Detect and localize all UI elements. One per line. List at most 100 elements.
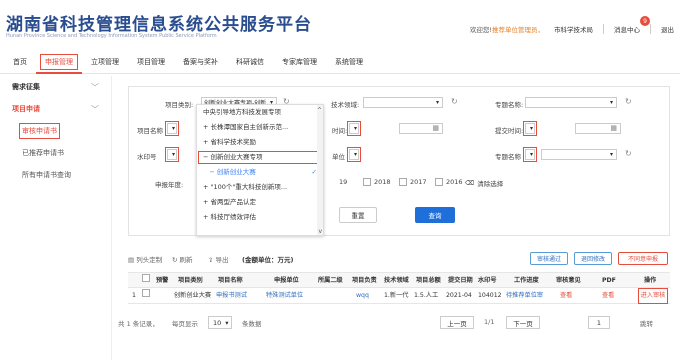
option-label: 省两型产品认定 [210,198,257,206]
col-header[interactable]: 提交日期 [448,273,476,289]
col-header[interactable]: 申报单位 [274,273,299,289]
search-button[interactable]: 查询 [415,207,455,223]
year-option[interactable]: 2017 [399,178,427,186]
unit-dropdown[interactable]: ▾ [347,147,361,162]
tech-select[interactable]: ▾ [363,97,443,108]
dropdown-option-selected[interactable]: − 创新创业大赛 ✓ [197,165,323,180]
nav-integrity[interactable]: 科研诚信 [227,50,273,74]
messages-link[interactable]: 消息中心 9 [614,16,650,34]
year-label: 申报年度: [155,181,184,189]
table-row[interactable]: 1 创新创业大赛 申报书测试 特殊测试单位 wqq 1.新一代 1.5.人工 2… [128,288,670,304]
col-header[interactable]: 技术领域 [384,273,414,289]
dropdown-option[interactable]: + 省科学技术奖励 [197,135,323,150]
site-title: 湖南省科技管理信息系统公共服务平台 [6,15,312,35]
col-header[interactable]: 操作 [644,273,656,289]
col-header[interactable]: 项目类别 [178,273,203,289]
enter-review-button[interactable]: 进入审核 [638,288,668,304]
select-all-checkbox[interactable] [142,273,150,289]
dropdown-option-highlighted[interactable]: − 创新创业大赛专项 [197,150,323,165]
reject-button[interactable]: 不同意申报 [618,252,668,265]
return-button[interactable]: 退回修改 [574,252,612,265]
year-text: 2018 [374,178,391,186]
nav-filing[interactable]: 备案与奖补 [174,50,227,74]
year-option[interactable]: 19 [339,178,347,186]
nav-home[interactable]: 首页 [4,50,36,74]
welcome-prefix: 欢迎您! [469,26,492,34]
topic-name-select[interactable]: ▾ [525,97,617,108]
refresh-icon[interactable]: ↻ [625,97,632,106]
refresh-icon[interactable]: ↻ [625,149,632,158]
per-page-select[interactable]: 10 ▾ [208,316,232,329]
sidebar-group-demand[interactable]: 需求征集 ﹀ [0,76,111,98]
checkbox[interactable] [435,178,443,186]
dropdown-option[interactable]: + 省两型产品认定 [197,195,323,210]
nav-system[interactable]: 系统管理 [326,50,372,74]
cell-leader[interactable]: wqq [356,288,369,304]
col-header[interactable]: PDF [602,273,616,289]
user-name[interactable]: 推荐单位管理员， [492,26,544,34]
chevron-up-icon[interactable]: ^ [317,107,322,114]
jump-button[interactable]: 跳转 [640,318,653,328]
page-number-input[interactable]: 1 [588,316,610,329]
col-header[interactable]: 预警 [156,273,168,289]
col-header[interactable]: 审核意见 [556,273,586,289]
export-label: 导出 [215,256,229,264]
col-header[interactable]: 项目负责 [352,273,382,289]
reset-button[interactable]: 重置 [339,207,377,223]
row-checkbox[interactable] [142,288,150,304]
sidebar-group-application[interactable]: 项目申请 ﹀ [0,98,111,120]
approve-button[interactable]: 审核通过 [530,252,568,265]
topic-dropdown[interactable]: ▾ [523,147,537,162]
watermark-dropdown[interactable]: ▾ [165,147,179,162]
view-pdf-link[interactable]: 查看 [602,288,614,304]
year-text: 19 [339,178,348,186]
sidebar-item-review[interactable]: 审核申请书 [0,120,111,142]
col-header[interactable]: 项目名称 [218,273,243,289]
tech-label: 技术领域: [331,101,360,109]
dropdown-option[interactable]: + "100个"重大科技创新项... [197,180,323,195]
col-header[interactable]: 所属二级 [318,273,350,289]
view-opinion-link[interactable]: 查看 [560,288,572,304]
topic-select[interactable]: ▾ [541,149,617,160]
refresh-button[interactable]: ↻ 刷新 [172,254,193,264]
clear-selection[interactable]: ⌫ 清除选择 [465,178,503,188]
year-option[interactable]: 2018 [363,178,391,186]
clear-text: 清除选择 [477,180,504,188]
column-customize-button[interactable]: ▤ 列头定制 [128,254,162,264]
nav-establishment[interactable]: 立项管理 [82,50,128,74]
project-name-dropdown[interactable]: ▾ [165,121,179,136]
cell-project-name[interactable]: 申报书测试 [216,288,256,304]
sidebar-item-recommended[interactable]: 已推荐申请书 [0,142,111,164]
refresh-icon[interactable]: ↻ [451,97,458,106]
checkbox[interactable] [363,178,371,186]
export-button[interactable]: ⇪ 导出 [208,254,229,264]
col-header[interactable]: 水印号 [478,273,497,289]
chevron-down-icon[interactable]: v [318,228,322,235]
page-info: 1/1 [484,318,495,326]
submit-date-input[interactable]: ▦ [575,123,621,134]
col-header[interactable]: 工作进度 [514,273,539,289]
dropdown-scrollbar[interactable]: ^ v [317,105,323,235]
chevron-down-icon: ▾ [529,125,533,132]
col-header[interactable]: 项目总额 [416,273,446,289]
cell-unit[interactable]: 特殊测试单位 [266,288,312,304]
dropdown-option[interactable]: + 科技厅绩效评估 [197,210,323,225]
time-dropdown[interactable]: ▾ [347,121,361,136]
calendar-icon: ▦ [610,124,617,132]
next-page-button[interactable]: 下一页 [506,316,540,329]
nav-project[interactable]: 项目管理 [128,50,174,74]
sidebar-item-all[interactable]: 所有申请书查询 [0,164,111,186]
messages-label[interactable]: 消息中心 [614,26,640,34]
start-date-input[interactable]: ▦ [399,123,443,134]
nav-declaration[interactable]: 申报管理 [36,50,82,74]
cell-progress[interactable]: 待推荐单位审 [506,288,552,304]
dropdown-option[interactable]: 中央引导地方科技发展专项 [197,105,323,120]
option-label: 创新创业大赛 [216,168,256,176]
year-option[interactable]: 2016 [435,178,463,186]
dropdown-option[interactable]: + 长株潭国家自主创新示范... [197,120,323,135]
prev-page-button[interactable]: 上一页 [440,316,474,329]
nav-experts[interactable]: 专家库管理 [273,50,326,74]
logout-link[interactable]: 退出 [661,24,674,34]
checkbox[interactable] [399,178,407,186]
submit-time-dropdown[interactable]: ▾ [523,121,537,136]
